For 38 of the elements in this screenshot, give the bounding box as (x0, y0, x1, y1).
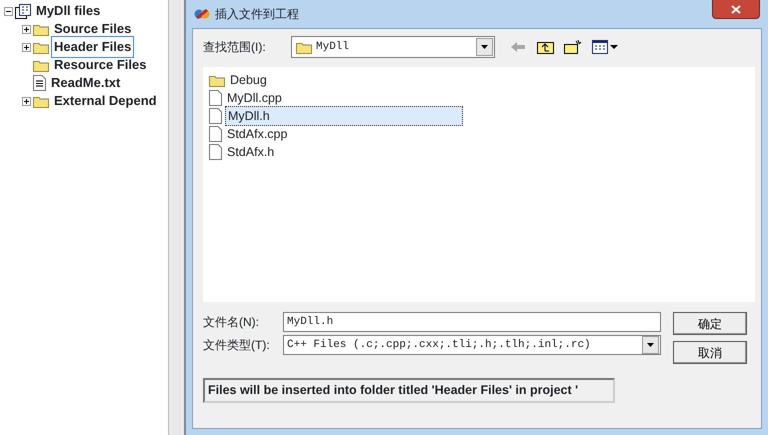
new-folder-icon[interactable] (564, 40, 582, 54)
file-icon (209, 126, 222, 142)
folder-icon (209, 74, 225, 86)
app-icon (194, 8, 210, 20)
view-menu-icon[interactable] (592, 40, 618, 54)
text-file-icon (33, 75, 46, 91)
file-icon (209, 108, 222, 124)
file-item[interactable]: StdAfx.h (225, 142, 276, 162)
expand-toggle[interactable] (22, 42, 31, 52)
file-name-field[interactable]: MyDll.h (283, 312, 661, 332)
dialog-title: 插入文件到工程 (215, 6, 299, 23)
file-item[interactable]: MyDll.h (225, 106, 463, 126)
file-type-combo[interactable]: C++ Files (.c;.cpp;.cxx;.tli;.h;.tlh;.inl;.rc) (283, 335, 661, 355)
folder-icon (33, 22, 49, 36)
file-type-label: 文件类型(T): (203, 337, 271, 354)
folder-icon (33, 94, 49, 108)
file-icon (209, 90, 222, 106)
collapse-toggle[interactable] (4, 6, 13, 16)
dialog-button[interactable]: 取消 (673, 341, 747, 364)
folder-icon (33, 58, 49, 72)
close-icon (731, 4, 741, 14)
expand-toggle[interactable] (22, 96, 31, 106)
up-folder-icon[interactable] (537, 40, 554, 54)
file-item[interactable]: MyDll.cpp (225, 88, 284, 108)
folder-icon (296, 41, 312, 54)
close-button[interactable] (712, 0, 760, 19)
file-icon (209, 144, 222, 160)
file-item[interactable]: Debug (228, 70, 269, 90)
expand-toggle[interactable] (22, 24, 31, 34)
file-name-label: 文件名(N): (203, 314, 260, 331)
look-in-label: 查找范围(I): (203, 39, 267, 56)
dialog-button[interactable]: 确定 (673, 312, 747, 335)
status-message: Files will be inserted into folder titled 'Header Files' in project ' (203, 378, 615, 403)
folder-icon (33, 40, 49, 54)
look-in-combo[interactable]: MyDll (291, 36, 495, 58)
project-icon (15, 4, 31, 18)
file-item[interactable]: StdAfx.cpp (225, 124, 290, 144)
tree-item[interactable]: Header Files (51, 36, 134, 58)
